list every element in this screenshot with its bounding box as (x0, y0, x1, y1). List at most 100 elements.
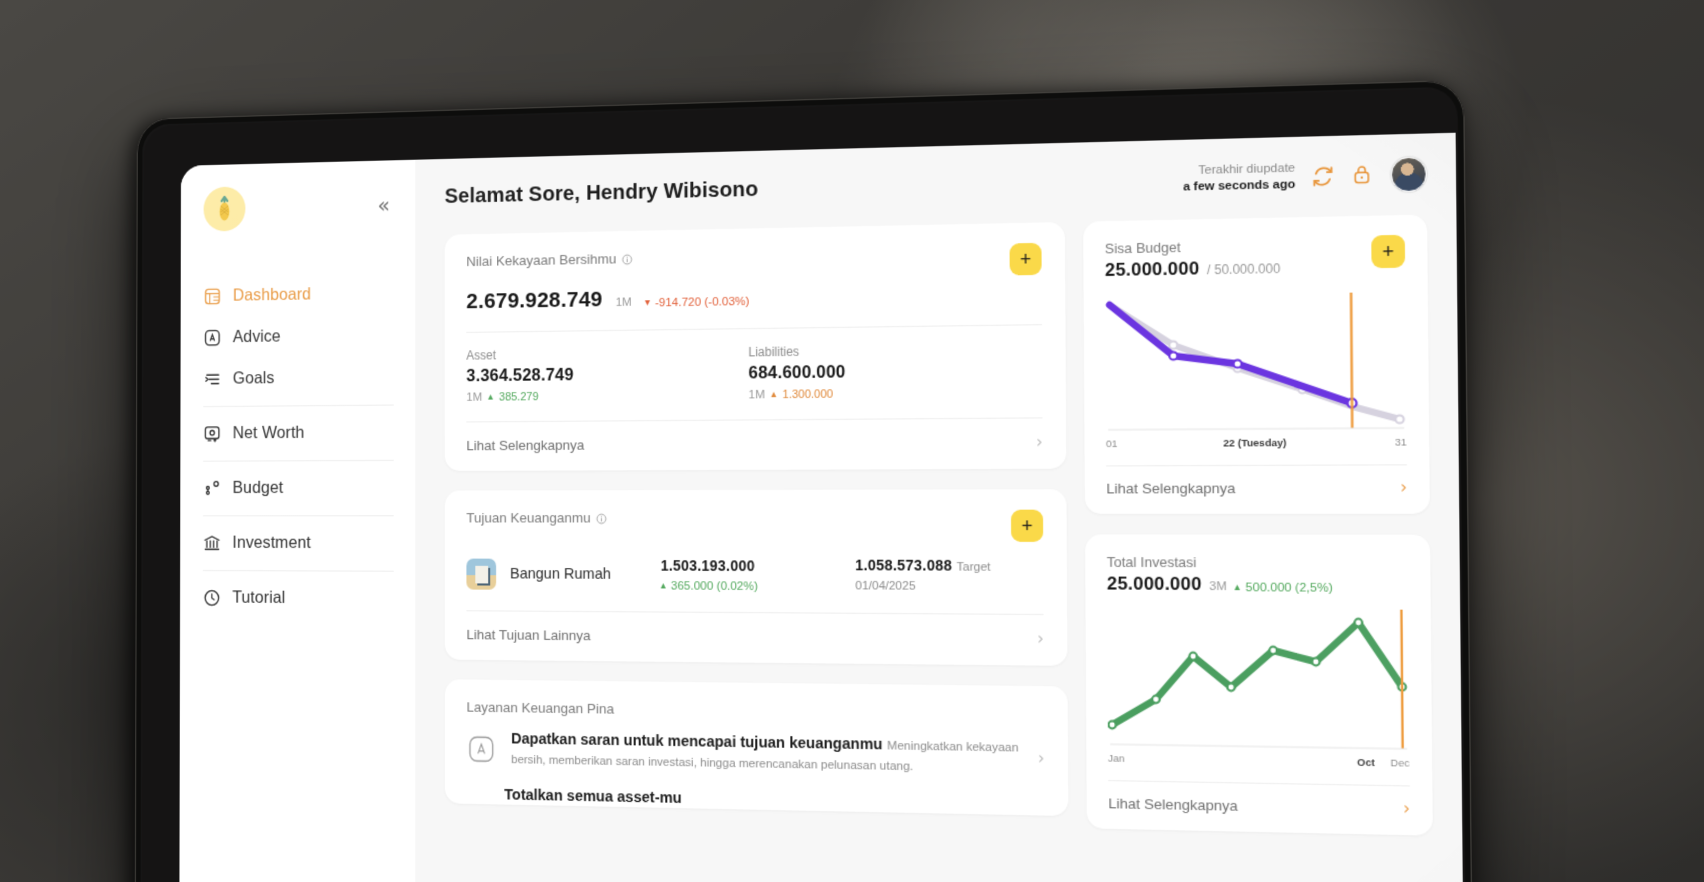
investment-more-label: Lihat Selengkapnya (1108, 795, 1238, 814)
add-goal-button[interactable]: + (1011, 510, 1043, 542)
goal-change: ▴ 365.000 (0.02%) (661, 580, 841, 593)
refresh-icon[interactable] (1311, 164, 1336, 189)
sidebar-item-label: Tutorial (232, 588, 285, 608)
sidebar-item-label: Investment (232, 534, 310, 553)
goal-name: Bangun Rumah (510, 566, 646, 583)
chevron-right-icon: › (1038, 750, 1045, 766)
left-button-4[interactable] (135, 678, 136, 704)
avatar[interactable] (1391, 156, 1427, 192)
chevron-right-icon: › (1403, 801, 1410, 818)
volume-button[interactable] (310, 107, 356, 113)
goal-target-amount: 1.058.573.088 (855, 556, 952, 573)
goals-more-label: Lihat Tujuan Lainnya (466, 627, 590, 644)
goals-more-link[interactable]: Lihat Tujuan Lainnya › (445, 611, 1068, 666)
budget-more-link[interactable]: Lihat Selengkapnya › (1085, 465, 1430, 514)
budget-today-marker (1351, 293, 1352, 429)
service-card: Layanan Keuangan Pina Dapatkan saran unt… (445, 679, 1069, 816)
left-button-2[interactable] (135, 591, 136, 600)
investment-today-marker (1401, 610, 1402, 749)
investment-card: Total Investasi 25.000.000 3M ▴ 500.000 … (1085, 534, 1433, 835)
tablet-device: « Dashboard Advice Goals Net Worth Budge… (135, 80, 1474, 882)
net-worth-label: Nilai Kekayaan Bersihmu (466, 251, 616, 269)
arrow-up-icon: ▴ (661, 581, 666, 592)
collapse-sidebar-button[interactable]: « (377, 195, 390, 217)
liabilities-period: 1M (748, 389, 764, 402)
chevron-right-icon: › (1400, 480, 1407, 497)
tablet-device-wrap: « Dashboard Advice Goals Net Worth Budge… (0, 0, 1704, 882)
goal-target-block: 1.058.573.088 Target 01/04/2025 (855, 556, 1043, 595)
top-bar-actions: Terakhir diupdate a few seconds ago (1183, 156, 1427, 196)
goals-label-group: Tujuan Keuanganmu (466, 510, 606, 526)
asset-delta: 1M ▴ 385.279 (466, 389, 748, 404)
house-thumbnail-icon (466, 559, 496, 590)
last-updated-value: a few seconds ago (1183, 177, 1295, 196)
liabilities-amount: 684.600.000 (748, 361, 1042, 384)
page-title: Selamat Sore, Hendry Wibisono (445, 177, 759, 209)
investment-delta-value: 500.000 (2,5%) (1246, 581, 1333, 595)
budget-label: Sisa Budget (1105, 237, 1280, 256)
right-column: Sisa Budget 25.000.000 / 50.000.000 + 01… (1083, 215, 1435, 882)
liabilities-block: Liabilities 684.600.000 1M ▴ 1.300.000 (748, 341, 1042, 401)
net-worth-period[interactable]: 1M (616, 296, 632, 309)
investment-amount-row: 25.000.000 3M ▴ 500.000 (2,5%) (1107, 573, 1408, 596)
left-button-3[interactable] (135, 637, 136, 659)
sidebar-item-label: Dashboard (233, 285, 311, 306)
investment-delta: ▴ 500.000 (2,5%) (1235, 581, 1333, 595)
liabilities-delta: 1M ▴ 1.300.000 (748, 386, 1042, 401)
goals-card-header: Tujuan Keuanganmu + (445, 489, 1067, 542)
sidebar-item-net-worth[interactable]: Net Worth (203, 412, 394, 455)
sidebar-item-advice[interactable]: Advice (203, 314, 393, 358)
info-icon[interactable] (596, 512, 607, 523)
investment-more-link[interactable]: Lihat Selengkapnya › (1087, 781, 1433, 836)
add-budget-button[interactable]: + (1371, 235, 1405, 268)
sidebar-item-dashboard[interactable]: Dashboard (203, 273, 393, 318)
budget-x-tick-end: 31 (1395, 437, 1407, 449)
sidebar-divider-2 (203, 460, 394, 462)
net-worth-more-label: Lihat Selengkapnya (466, 437, 584, 453)
budget-amount-row: 25.000.000 / 50.000.000 (1105, 257, 1280, 282)
goals-label: Tujuan Keuanganmu (466, 510, 590, 526)
net-worth-card: Nilai Kekayaan Bersihmu + 2.679.928.749 … (445, 222, 1067, 471)
asset-period: 1M (466, 391, 482, 403)
asset-liability-split: Asset 3.364.528.749 1M ▴ 385.279 Liabili… (445, 325, 1066, 404)
sidebar-item-goals[interactable]: Goals (203, 356, 394, 400)
tablet-screen: « Dashboard Advice Goals Net Worth Budge… (179, 133, 1464, 882)
net-worth-icon (203, 424, 221, 443)
net-worth-label-group: Nilai Kekayaan Bersihmu (466, 251, 632, 270)
sidebar-item-investment[interactable]: Investment (203, 522, 394, 564)
investment-icon (203, 534, 221, 553)
service-list-item[interactable]: Dapatkan saran untuk mencapai tujuan keu… (445, 714, 1068, 779)
investment-axis-line (1110, 744, 1407, 749)
power-button[interactable] (236, 109, 303, 116)
lock-icon[interactable] (1351, 163, 1376, 188)
info-icon[interactable] (621, 253, 632, 265)
chevron-right-icon: › (1036, 435, 1043, 451)
left-button-1[interactable] (135, 524, 136, 550)
goal-current-block: 1.503.193.000 ▴ 365.000 (0.02%) (661, 557, 841, 594)
net-worth-delta: ▾ -914.720 (-0.03%) (645, 296, 750, 310)
budget-x-tick-start: 01 (1106, 438, 1117, 450)
investment-x-tick-mid: Oct (1357, 757, 1375, 769)
budget-card-header: Sisa Budget 25.000.000 / 50.000.000 + (1083, 215, 1428, 282)
left-button-5[interactable] (135, 726, 136, 752)
net-worth-more-link[interactable]: Lihat Selengkapnya › (445, 418, 1067, 471)
investment-chart-svg (1107, 606, 1409, 754)
tutorial-icon (203, 588, 221, 607)
investment-period[interactable]: 3M (1209, 580, 1227, 593)
budget-x-tick-mid: 22 (Tuesday) (1223, 437, 1286, 449)
budget-axis-labels: 01 22 (Tuesday) 31 (1084, 432, 1429, 450)
pineapple-logo-icon[interactable] (204, 186, 246, 231)
sidebar-item-tutorial[interactable]: Tutorial (203, 577, 394, 620)
asset-amount: 3.364.528.749 (466, 364, 748, 387)
sidebar: « Dashboard Advice Goals Net Worth Budge… (179, 160, 415, 882)
arrow-up-icon: ▴ (1235, 582, 1241, 593)
investment-x-tick-start: Jan (1108, 753, 1125, 765)
investment-chart (1085, 595, 1432, 754)
sidebar-item-budget[interactable]: Budget (203, 467, 394, 509)
advice-icon (203, 328, 221, 347)
investment-amount: 25.000.000 (1107, 573, 1202, 595)
sidebar-item-label: Budget (233, 479, 284, 498)
goal-list-item[interactable]: Bangun Rumah 1.503.193.000 ▴ 365.000 (0.… (445, 541, 1067, 596)
add-net-worth-button[interactable]: + (1010, 243, 1042, 276)
main-area: Selamat Sore, Hendry Wibisono Terakhir d… (415, 133, 1464, 882)
